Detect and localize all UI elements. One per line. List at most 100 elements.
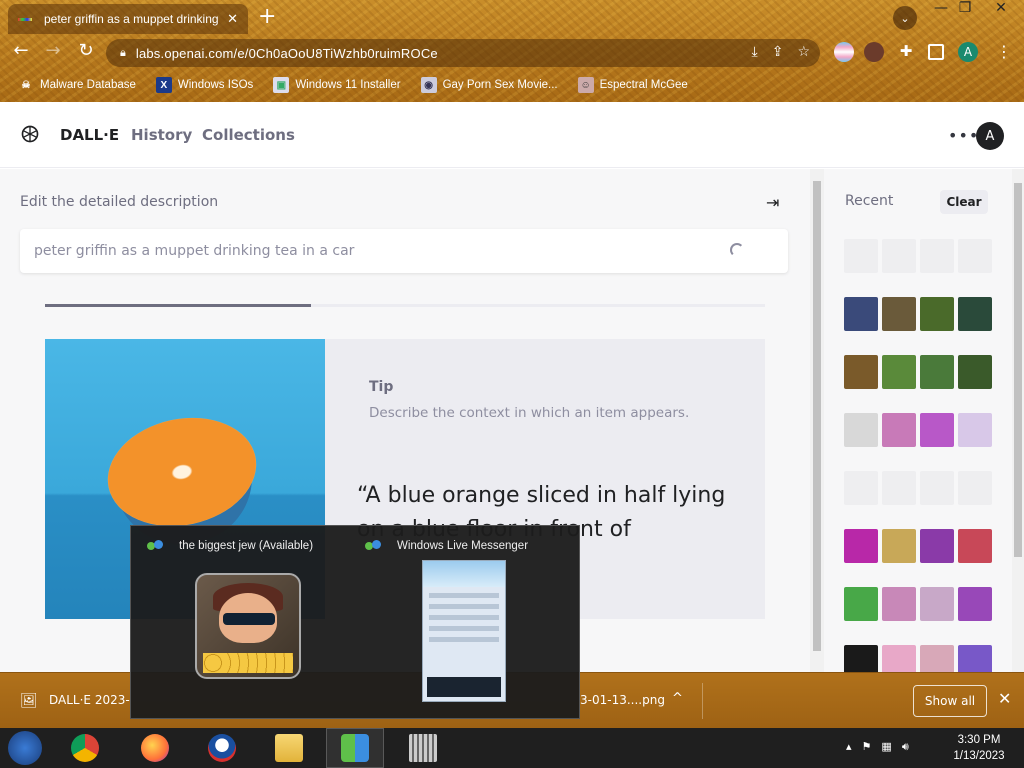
taskbar-file-explorer[interactable]: [260, 728, 318, 768]
cartoon-glasses: [223, 613, 275, 625]
recent-thumbnail[interactable]: [882, 471, 916, 505]
side-panel-icon[interactable]: [928, 44, 944, 60]
system-clock[interactable]: 3:30 PM 1/13/2023: [944, 732, 1014, 764]
prompt-text: peter griffin as a muppet drinking tea i…: [34, 243, 355, 259]
recent-thumbnail[interactable]: [958, 413, 992, 447]
recent-thumbnail[interactable]: [920, 587, 954, 621]
tray-overflow-icon[interactable]: ▴: [846, 740, 852, 754]
address-bar[interactable]: 🔒︎ labs.openai.com/e/0Ch0aOoU8TiWzhb0rui…: [106, 39, 820, 67]
recent-thumbnail[interactable]: [882, 529, 916, 563]
recent-thumbnail[interactable]: [920, 297, 954, 331]
forward-icon[interactable]: →: [40, 40, 66, 61]
bookmark-gay-porn-sex-movie[interactable]: ◉ Gay Porn Sex Movie...: [420, 77, 558, 93]
recent-thumbnail[interactable]: [844, 297, 878, 331]
clear-button[interactable]: Clear: [940, 190, 988, 214]
download-item-2[interactable]: 3-01-13....png: [580, 693, 665, 707]
back-icon[interactable]: ←: [8, 40, 34, 61]
clock-date: 1/13/2023: [953, 750, 1005, 762]
recent-thumbnail[interactable]: [958, 239, 992, 273]
restore-icon[interactable]: ❐: [950, 0, 980, 16]
preview-window-1-title[interactable]: the biggest jew (Available): [147, 540, 313, 552]
recent-thumbnail[interactable]: [920, 239, 954, 273]
taskbar-firefox[interactable]: [126, 728, 184, 768]
more-menu-icon[interactable]: •••: [948, 126, 979, 145]
recent-thumbnail[interactable]: [920, 529, 954, 563]
recent-thumbnail[interactable]: [958, 355, 992, 389]
volume-icon[interactable]: 🔊︎: [902, 740, 909, 754]
openai-logo-icon[interactable]: [20, 124, 40, 144]
recent-thumbnail[interactable]: [920, 413, 954, 447]
thumbnail-row: [844, 471, 992, 505]
recent-thumbnail[interactable]: [844, 413, 878, 447]
url-text: labs.openai.com/e/0Ch0aOoU8TiWzhb0ruimRO…: [135, 45, 438, 61]
install-app-icon[interactable]: ⤓: [752, 44, 758, 60]
bookmark-windows-isos[interactable]: X Windows ISOs: [155, 77, 253, 93]
taskbar-messenger[interactable]: [326, 728, 384, 768]
window-close-icon[interactable]: ✕: [986, 0, 1016, 16]
profile-avatar[interactable]: A: [958, 42, 978, 62]
nav-history[interactable]: History: [131, 126, 192, 144]
preview-window-2-title[interactable]: Windows Live Messenger: [365, 540, 528, 552]
main-scrollbar[interactable]: [810, 169, 824, 672]
tab-close-icon[interactable]: ✕: [227, 12, 238, 27]
extension-flag-icon[interactable]: [834, 42, 854, 62]
start-button-icon[interactable]: [8, 731, 42, 765]
recent-thumbnail[interactable]: [844, 471, 878, 505]
nav-collections[interactable]: Collections: [202, 126, 295, 144]
recent-thumbnail[interactable]: [882, 239, 916, 273]
chrome-icon: [71, 734, 99, 762]
taskbar-chrome[interactable]: [56, 728, 114, 768]
recent-thumbnail[interactable]: [958, 587, 992, 621]
chrome-menu-icon[interactable]: ⋮: [994, 42, 1014, 62]
extensions-puzzle-icon[interactable]: ✚: [896, 42, 916, 62]
sidebar-scrollbar[interactable]: [1012, 169, 1024, 672]
recent-thumbnail[interactable]: [958, 297, 992, 331]
bookmark-star-icon[interactable]: ☆: [797, 44, 810, 60]
recent-thumbnail[interactable]: [920, 471, 954, 505]
recent-thumbnail[interactable]: [844, 239, 878, 273]
recent-thumbnail[interactable]: [958, 529, 992, 563]
wlm-line: [429, 604, 499, 609]
recent-thumbnail[interactable]: [844, 529, 878, 563]
messenger-icon: [365, 540, 383, 552]
download-options-chevron-icon[interactable]: ^: [672, 691, 683, 706]
action-center-flag-icon[interactable]: ⚑: [862, 740, 872, 754]
recent-thumbnail[interactable]: [920, 355, 954, 389]
taskbar-obama-app[interactable]: [193, 728, 251, 768]
messenger-icon: [341, 734, 369, 762]
recent-thumbnail[interactable]: [844, 355, 878, 389]
user-avatar[interactable]: A: [976, 122, 1004, 150]
recent-label: Recent: [845, 193, 894, 209]
recent-thumbnail[interactable]: [882, 297, 916, 331]
taskbar-app[interactable]: [394, 728, 452, 768]
recent-thumbnail[interactable]: [958, 471, 992, 505]
preview-window-1-thumbnail[interactable]: [195, 573, 301, 679]
tip-text: Describe the context in which an item ap…: [369, 405, 690, 421]
preview-window-2-thumbnail[interactable]: [422, 560, 506, 702]
extension-avatar-icon[interactable]: [864, 42, 884, 62]
bookmark-windows-11-installer[interactable]: ▣ Windows 11 Installer: [273, 77, 401, 93]
tab-search-icon[interactable]: ⌄: [893, 6, 917, 30]
browser-tab[interactable]: peter griffin as a muppet drinking ✕: [8, 4, 248, 34]
show-all-button[interactable]: Show all: [913, 685, 987, 717]
sidebar-scrollbar-thumb[interactable]: [1014, 183, 1022, 557]
collapse-panel-icon[interactable]: ⇥: [766, 193, 779, 212]
wlm-header: [423, 561, 505, 587]
download-bar-close-icon[interactable]: ✕: [998, 689, 1011, 708]
reload-icon[interactable]: ↻: [73, 40, 99, 61]
prompt-input[interactable]: peter griffin as a muppet drinking tea i…: [20, 229, 788, 273]
circle-logo-icon: [208, 734, 236, 762]
recent-thumbnail[interactable]: [882, 355, 916, 389]
recent-thumbnail[interactable]: [882, 587, 916, 621]
network-icon[interactable]: ▦: [881, 740, 891, 754]
new-tab-button[interactable]: +: [258, 6, 276, 28]
recent-thumbnail[interactable]: [882, 413, 916, 447]
nav-dalle[interactable]: DALL·E: [60, 126, 119, 144]
bookmark-espectral-mcgee[interactable]: ☺ Espectral McGee: [577, 77, 688, 93]
download-item-1[interactable]: DALL·E 2023-: [49, 693, 130, 707]
bookmark-malware-database[interactable]: ☠ Malware Database: [18, 77, 136, 93]
recent-thumbnail[interactable]: [844, 587, 878, 621]
share-icon[interactable]: ⇪: [772, 44, 784, 60]
thumbnail-row: [844, 355, 992, 389]
main-scrollbar-thumb[interactable]: [813, 181, 821, 651]
